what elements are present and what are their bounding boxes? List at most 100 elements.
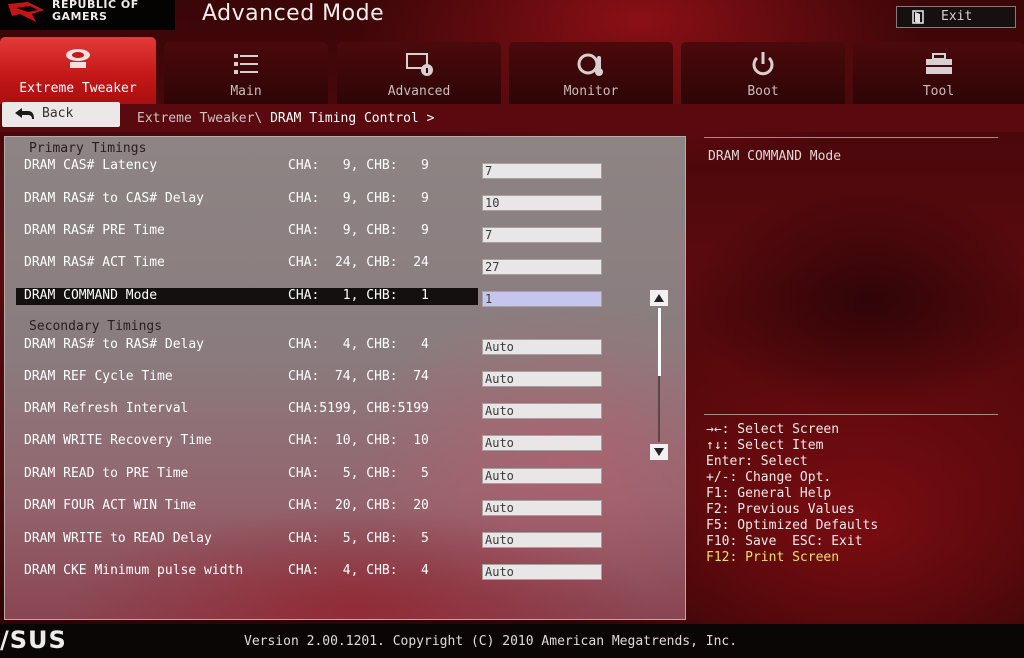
setting-label: DRAM RAS# ACT Time [24, 255, 165, 270]
setting-row[interactable]: DRAM CAS# Latency CHA: 9, CHB: 9 [16, 158, 478, 176]
setting-row[interactable]: DRAM RAS# to RAS# Delay CHA: 4, CHB: 4 [16, 337, 478, 355]
channel-values: CHA: 9, CHB: 9 [288, 158, 429, 173]
tab-label: Tool [922, 84, 955, 99]
asus-logo: /SUS [0, 626, 67, 654]
setting-row[interactable]: DRAM RAS# ACT Time CHA: 24, CHB: 24 [16, 255, 478, 273]
channel-values: CHA: 5, CHB: 5 [288, 531, 429, 546]
value-input[interactable]: Auto [482, 500, 602, 516]
channel-values: CHA: 74, CHB: 74 [288, 369, 429, 384]
channel-values: CHA: 9, CHB: 9 [288, 191, 429, 206]
power-icon [752, 52, 774, 76]
setting-label: DRAM Refresh Interval [24, 401, 189, 416]
help-description: DRAM COMMAND Mode [708, 149, 842, 164]
setting-label: DRAM FOUR ACT WIN Time [24, 498, 197, 513]
key-hint: F10: Save ESC: Exit [706, 534, 863, 549]
key-hint: Enter: Select [706, 454, 808, 469]
setting-row-selected[interactable]: DRAM COMMAND Mode CHA: 1, CHB: 1 [16, 288, 478, 305]
advanced-settings-icon [406, 53, 433, 76]
channel-values: CHA: 5, CHB: 5 [288, 466, 429, 481]
rog-eye-icon [8, 2, 44, 22]
channel-values: CHA: 1, CHB: 1 [288, 288, 429, 303]
setting-row[interactable]: DRAM Refresh Interval CHA:5199, CHB:5199 [16, 401, 478, 419]
value-input-selected[interactable]: 1 [482, 291, 602, 307]
value-input[interactable]: 27 [482, 259, 602, 275]
value-input[interactable]: 7 [482, 227, 602, 243]
toolbox-icon [925, 53, 952, 74]
channel-values: CHA: 4, CHB: 4 [288, 563, 429, 578]
scroll-down-button[interactable] [650, 444, 668, 460]
setting-row[interactable]: DRAM WRITE Recovery Time CHA: 10, CHB: 1… [16, 433, 478, 451]
page-title: Advanced Mode [202, 1, 385, 26]
tab-main[interactable]: Main [164, 42, 328, 104]
key-hint: F1: General Help [706, 486, 832, 501]
setting-label: DRAM RAS# to CAS# Delay [24, 191, 205, 206]
channel-values: CHA: 9, CHB: 9 [288, 223, 429, 238]
tab-label: Monitor [563, 84, 619, 99]
key-hint: F2: Previous Values [706, 502, 855, 517]
scroll-up-button[interactable] [650, 290, 668, 306]
value-input[interactable]: 7 [482, 163, 602, 179]
channel-values: CHA:5199, CHB:5199 [288, 401, 429, 416]
tab-label: Advanced [387, 84, 451, 99]
channel-values: CHA: 24, CHB: 24 [288, 255, 429, 270]
breadcrumb: Extreme Tweaker\ DRAM Timing Control > [137, 111, 434, 126]
setting-label: DRAM REF Cycle Time [24, 369, 173, 384]
tab-boot[interactable]: Boot [681, 42, 845, 104]
setting-label: DRAM RAS# to RAS# Delay [24, 337, 205, 352]
rog-eye-icon [66, 49, 90, 68]
scrollbar-thumb[interactable] [658, 308, 661, 376]
section-primary-timings: Primary Timings [29, 141, 147, 156]
setting-row[interactable]: DRAM RAS# PRE Time CHA: 9, CHB: 9 [16, 223, 478, 241]
help-divider [704, 414, 998, 415]
key-hint: →←: Select Screen [706, 422, 840, 437]
setting-label: DRAM CKE Minimum pulse width [24, 563, 244, 578]
setting-row[interactable]: DRAM READ to PRE Time CHA: 5, CHB: 5 [16, 466, 478, 484]
tab-label: Boot [747, 84, 779, 99]
setting-row[interactable]: DRAM RAS# to CAS# Delay CHA: 9, CHB: 9 [16, 191, 478, 209]
setting-label: DRAM WRITE to READ Delay [24, 531, 212, 546]
channel-values: CHA: 10, CHB: 10 [288, 433, 429, 448]
value-input[interactable]: Auto [482, 371, 602, 387]
arrow-up-icon [654, 294, 664, 302]
setting-label: DRAM COMMAND Mode [24, 288, 158, 303]
exit-door-icon [912, 10, 924, 24]
section-secondary-timings: Secondary Timings [29, 319, 163, 334]
channel-values: CHA: 20, CHB: 20 [288, 498, 429, 513]
exit-label: Exit [941, 9, 973, 24]
arrow-down-icon [654, 448, 664, 456]
tab-monitor[interactable]: Monitor [509, 42, 673, 104]
tab-label: Extreme Tweaker [19, 81, 137, 96]
help-divider [704, 137, 998, 138]
setting-row[interactable]: DRAM REF Cycle Time CHA: 74, CHB: 74 [16, 369, 478, 387]
back-button[interactable]: Back [2, 102, 120, 127]
setting-row[interactable]: DRAM WRITE to READ Delay CHA: 5, CHB: 5 [16, 531, 478, 549]
key-hint: F5: Optimized Defaults [706, 518, 879, 533]
breadcrumb-parent[interactable]: Extreme Tweaker\ [137, 111, 262, 126]
version-text: Version 2.00.1201. Copyright (C) 2010 Am… [244, 634, 738, 649]
key-hint-print-screen: F12: Print Screen [706, 550, 840, 565]
value-input[interactable]: Auto [482, 339, 602, 355]
value-input[interactable]: 10 [482, 195, 602, 211]
key-hint: ↑↓: Select Item [706, 438, 824, 453]
value-input[interactable]: Auto [482, 564, 602, 580]
exit-button[interactable]: Exit [896, 6, 1016, 28]
value-input[interactable]: Auto [482, 468, 602, 484]
monitor-gauge-icon [577, 53, 603, 76]
setting-row[interactable]: DRAM FOUR ACT WIN Time CHA: 20, CHB: 20 [16, 498, 478, 516]
tab-extreme-tweaker[interactable]: Extreme Tweaker [0, 37, 156, 105]
breadcrumb-current: DRAM Timing Control > [270, 111, 435, 126]
setting-label: DRAM READ to PRE Time [24, 466, 189, 481]
setting-label: DRAM WRITE Recovery Time [24, 433, 212, 448]
setting-label: DRAM CAS# Latency [24, 158, 158, 173]
setting-row[interactable]: DRAM CKE Minimum pulse width CHA: 4, CHB… [16, 563, 478, 581]
key-hint: +/-: Change Opt. [706, 470, 832, 485]
tab-label: Main [230, 84, 262, 99]
tab-advanced[interactable]: Advanced [337, 42, 501, 104]
value-input[interactable]: Auto [482, 532, 602, 548]
channel-values: CHA: 4, CHB: 4 [288, 337, 429, 352]
value-input[interactable]: Auto [482, 435, 602, 451]
value-input[interactable]: Auto [482, 403, 602, 419]
rog-text: REPUBLIC OF GAMERS [52, 0, 139, 23]
tab-tool[interactable]: Tool [853, 42, 1024, 104]
list-icon [234, 54, 258, 74]
